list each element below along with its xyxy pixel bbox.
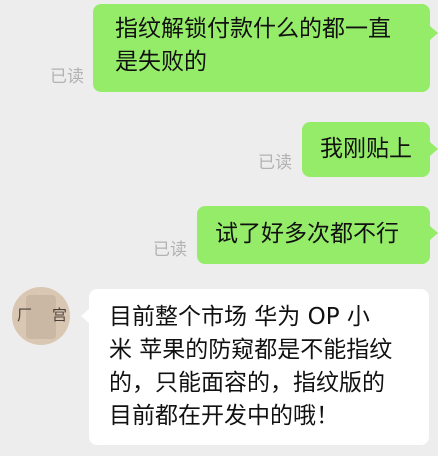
bubble-tail <box>81 309 89 323</box>
message-text-line: 我刚贴上 <box>320 136 412 162</box>
message-text-line: 目前整个市场 华为 OP 小 <box>109 304 370 330</box>
read-status: 已读 <box>50 67 84 87</box>
bubble-tail <box>430 226 438 240</box>
chat-bubble-sent[interactable]: 我刚贴上 <box>302 122 430 177</box>
message-text-line: 目前都在开发中的哦！ <box>109 403 339 429</box>
chat-bubble-sent[interactable]: 指纹解锁付款什么的都一直 是失败的 <box>93 4 430 92</box>
message-text-line: 指纹解锁付款什么的都一直 <box>115 16 391 42</box>
message-text-line: 是失败的 <box>115 49 207 75</box>
message-text-line: 的，只能面容的，指纹版的 <box>109 370 385 396</box>
message-text-line: 试了好多次都不行 <box>215 221 399 247</box>
read-status: 已读 <box>258 153 292 173</box>
avatar-text-left: 厂 <box>17 306 33 324</box>
bubble-tail <box>430 26 438 40</box>
avatar-text-right: 宫 <box>52 306 68 324</box>
bubble-tail <box>430 142 438 156</box>
read-status: 已读 <box>153 240 187 260</box>
contact-avatar[interactable]: 厂 宫 <box>12 287 70 345</box>
chat-bubble-received[interactable]: 目前整个市场 华为 OP 小 米 苹果的防窥都是不能指纹 的，只能面容的，指纹版… <box>89 289 429 445</box>
message-text-line: 米 苹果的防窥都是不能指纹 <box>109 337 393 363</box>
chat-bubble-sent[interactable]: 试了好多次都不行 <box>197 206 430 264</box>
